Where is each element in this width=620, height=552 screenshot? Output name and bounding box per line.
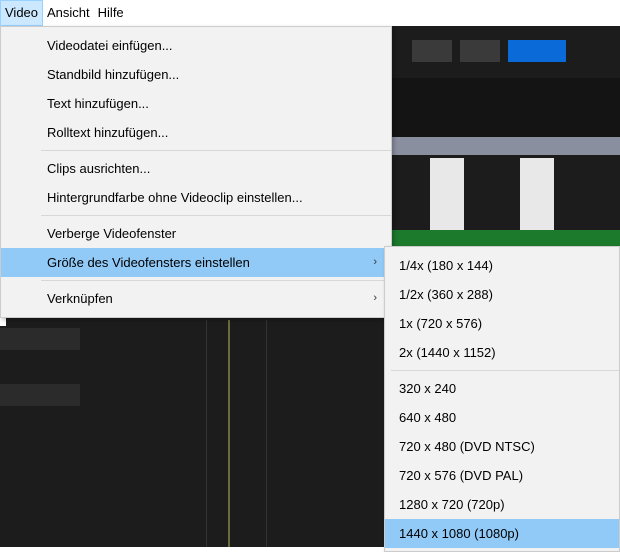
- playhead-line[interactable]: [228, 320, 230, 547]
- video-block: [520, 158, 554, 230]
- menu-separator: [41, 150, 391, 151]
- menu-separator: [391, 370, 619, 371]
- menu-video[interactable]: Video: [0, 0, 44, 26]
- menu-item-add-rolltext[interactable]: Rolltext hinzufügen...: [1, 118, 391, 147]
- menu-item-hide-video-window[interactable]: Verberge Videofenster: [1, 219, 391, 248]
- menu-item-label: Verknüpfen: [47, 291, 113, 306]
- toolbar-button[interactable]: [460, 40, 500, 62]
- menu-item-add-text[interactable]: Text hinzufügen...: [1, 89, 391, 118]
- menu-item-add-still[interactable]: Standbild hinzufügen...: [1, 60, 391, 89]
- menu-separator: [41, 215, 391, 216]
- size-option-dvd-ntsc[interactable]: 720 x 480 (DVD NTSC): [385, 432, 619, 461]
- menu-separator: [41, 280, 391, 281]
- menubar: Video Ansicht Hilfe: [0, 0, 620, 26]
- menu-item-label: Größe des Videofensters einstellen: [47, 255, 250, 270]
- toolbar-button[interactable]: [412, 40, 452, 62]
- menu-item-video-window-size[interactable]: Größe des Videofensters einstellen ›: [1, 248, 391, 277]
- track-green: [392, 230, 620, 246]
- size-option-dvd-pal[interactable]: 720 x 576 (DVD PAL): [385, 461, 619, 490]
- submenu-arrow-icon: ›: [373, 292, 377, 304]
- grid-line: [206, 320, 207, 547]
- size-option-quarter[interactable]: 1/4x (180 x 144): [385, 251, 619, 280]
- size-option-720p[interactable]: 1280 x 720 (720p): [385, 490, 619, 519]
- track-header[interactable]: [0, 328, 80, 350]
- video-menu: Videodatei einfügen... Standbild hinzufü…: [0, 26, 392, 318]
- toolbar-button-active[interactable]: [508, 40, 566, 62]
- menu-item-link[interactable]: Verknüpfen ›: [1, 284, 391, 313]
- menu-item-insert-video[interactable]: Videodatei einfügen...: [1, 31, 391, 60]
- grid-line: [266, 320, 267, 547]
- size-option-2x[interactable]: 2x (1440 x 1152): [385, 338, 619, 367]
- video-block: [430, 158, 464, 230]
- size-option-1x[interactable]: 1x (720 x 576): [385, 309, 619, 338]
- menu-hilfe[interactable]: Hilfe: [94, 0, 128, 26]
- size-option-half[interactable]: 1/2x (360 x 288): [385, 280, 619, 309]
- track-header[interactable]: [0, 384, 80, 406]
- video-preview: [392, 78, 620, 138]
- menu-item-align-clips[interactable]: Clips ausrichten...: [1, 154, 391, 183]
- menu-ansicht[interactable]: Ansicht: [43, 0, 94, 26]
- submenu-arrow-icon: ›: [373, 256, 377, 268]
- size-option-320x240[interactable]: 320 x 240: [385, 374, 619, 403]
- size-option-640x480[interactable]: 640 x 480: [385, 403, 619, 432]
- size-option-1080p[interactable]: 1440 x 1080 (1080p): [385, 519, 619, 548]
- timeline-band: [392, 137, 620, 155]
- menu-item-background-color[interactable]: Hintergrundfarbe ohne Videoclip einstell…: [1, 183, 391, 212]
- video-size-submenu: 1/4x (180 x 144) 1/2x (360 x 288) 1x (72…: [384, 246, 620, 552]
